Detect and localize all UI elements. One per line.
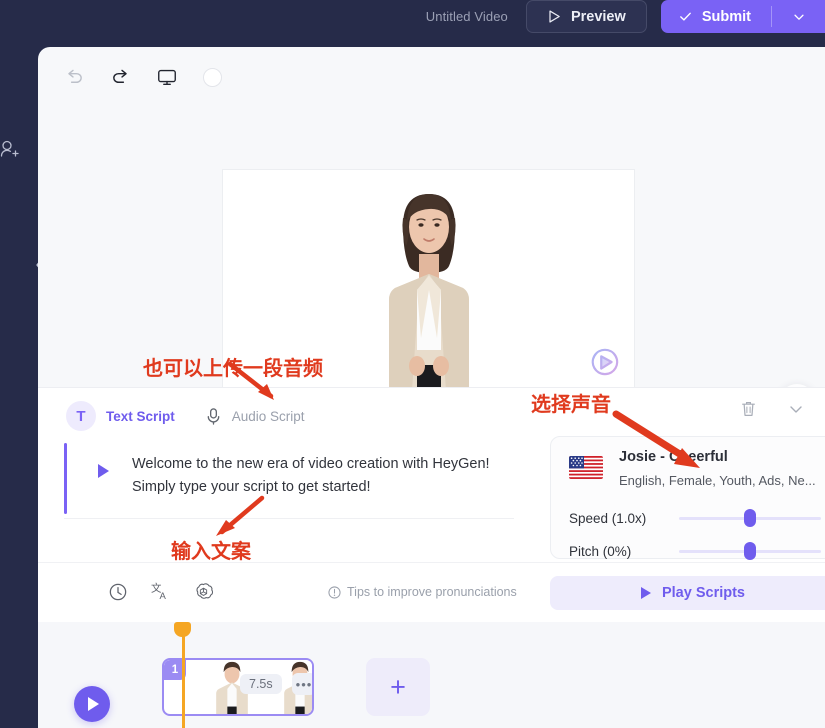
us-flag-icon — [569, 456, 603, 479]
scene-more-button[interactable]: ••• — [292, 673, 314, 695]
ai-assistant-button[interactable] — [193, 581, 214, 607]
document-title[interactable]: Untitled Video — [426, 9, 508, 24]
video-stage — [38, 99, 825, 377]
voice-meta: English, Female, Youth, Ads, Ne... — [619, 473, 816, 488]
speed-slider-thumb[interactable] — [744, 509, 756, 527]
script-text-block[interactable]: Welcome to the new era of video creation… — [64, 439, 514, 519]
script-panel: T Text Script Audio Script — [38, 387, 825, 622]
info-icon — [328, 586, 341, 599]
undo-icon — [64, 67, 85, 88]
play-scripts-button[interactable]: Play Scripts — [550, 576, 825, 610]
check-icon — [678, 9, 693, 24]
play-triangle-icon[interactable] — [98, 464, 109, 478]
pitch-slider-thumb[interactable] — [744, 542, 756, 560]
timeline: 1 7.5s ••• + — [38, 622, 825, 728]
tab-audio-script-label: Audio Script — [232, 409, 305, 424]
voice-card[interactable]: Josie - Cheerful English, Female, Youth,… — [550, 436, 825, 559]
collapse-script-panel-button[interactable] — [787, 400, 805, 423]
clock-icon — [108, 582, 128, 602]
tab-text-script[interactable]: T Text Script — [66, 401, 175, 431]
openai-icon — [193, 581, 214, 602]
svg-text:A: A — [160, 591, 167, 602]
redo-icon — [110, 67, 131, 88]
heygen-logo-icon — [590, 347, 620, 377]
pronunciation-tips-label: Tips to improve pronunciations — [347, 585, 517, 599]
play-triangle-icon — [88, 697, 99, 711]
text-script-icon: T — [66, 401, 96, 431]
editor-body: T Text Script Audio Script — [38, 47, 825, 728]
avatar-image — [359, 170, 499, 404]
annotation-enter-script: 输入文案 — [171, 535, 251, 564]
tab-text-script-label: Text Script — [106, 409, 175, 424]
submit-label: Submit — [702, 9, 751, 25]
add-scene-button[interactable]: + — [366, 658, 430, 716]
redo-button[interactable] — [104, 61, 137, 94]
playhead-line — [182, 633, 185, 728]
add-scene-label: + — [390, 672, 406, 703]
scene-duration: 7.5s — [240, 674, 282, 694]
screen-size-button[interactable] — [150, 61, 183, 94]
monitor-icon — [156, 66, 178, 88]
pitch-label: Pitch (0%) — [569, 544, 679, 559]
edit-toolbar — [58, 55, 229, 99]
speed-label: Speed (1.0x) — [569, 511, 679, 526]
play-scripts-label: Play Scripts — [662, 585, 745, 601]
top-bar: Untitled Video Preview Submit — [0, 0, 825, 33]
app-root: Untitled Video Preview Submit — [0, 0, 825, 728]
voice-name: Josie - Cheerful — [619, 449, 728, 465]
submit-button[interactable]: Submit — [661, 0, 771, 33]
history-button[interactable] — [108, 582, 128, 607]
submit-button-group: Submit — [661, 0, 825, 33]
script-tabs: T Text Script Audio Script — [66, 396, 807, 436]
pronunciation-tips[interactable]: Tips to improve pronunciations — [328, 585, 517, 599]
chevron-down-icon — [787, 400, 805, 418]
voice-selector[interactable]: Josie - Cheerful English, Female, Youth,… — [569, 449, 821, 497]
pitch-slider-row: Pitch (0%) — [569, 540, 821, 562]
chevron-down-icon — [792, 10, 806, 24]
submit-dropdown-button[interactable] — [772, 0, 825, 33]
timeline-play-button[interactable] — [74, 686, 110, 722]
speed-slider-row: Speed (1.0x) — [569, 507, 821, 529]
script-tools: 文 A — [108, 581, 214, 607]
shape-button[interactable] — [196, 61, 229, 94]
preview-button[interactable]: Preview — [526, 0, 647, 33]
annotation-upload-audio: 也可以上传一段音频 — [143, 352, 323, 381]
undo-button[interactable] — [58, 61, 91, 94]
circle-icon — [203, 68, 222, 87]
script-text[interactable]: Welcome to the new era of video creation… — [132, 453, 506, 499]
trash-icon — [740, 400, 757, 418]
annotation-select-voice: 选择声音 — [531, 388, 611, 417]
microphone-icon — [205, 407, 222, 426]
preview-label: Preview — [571, 9, 626, 25]
script-panel-footer: 文 A — [38, 562, 825, 622]
tab-audio-script[interactable]: Audio Script — [205, 407, 305, 426]
left-sidebar — [0, 33, 38, 728]
script-panel-actions — [740, 400, 805, 423]
pitch-slider[interactable] — [679, 550, 821, 553]
script-accent-bar — [64, 443, 67, 514]
play-outline-icon — [547, 9, 562, 24]
translate-icon: 文 A — [150, 581, 171, 602]
delete-script-button[interactable] — [740, 400, 757, 423]
play-triangle-icon — [641, 587, 651, 599]
add-person-icon[interactable] — [0, 138, 20, 160]
translate-button[interactable]: 文 A — [150, 581, 171, 607]
speed-slider[interactable] — [679, 517, 821, 520]
